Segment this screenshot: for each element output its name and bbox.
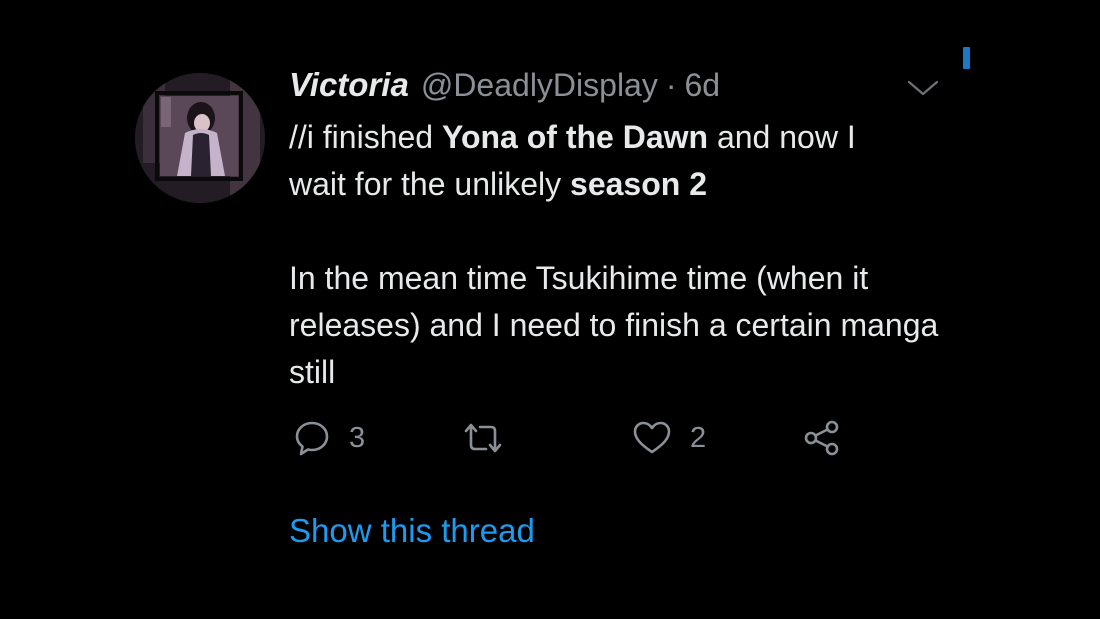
- tweet-actions: 3 2: [0, 418, 1100, 458]
- retweet-icon: [460, 419, 506, 457]
- tweet-text-highlight-title: Yona of the Dawn: [441, 119, 709, 155]
- share-icon: [802, 419, 842, 457]
- like-count: 2: [690, 421, 707, 454]
- chevron-down-icon[interactable]: [906, 78, 940, 98]
- reply-button[interactable]: 3: [293, 418, 365, 458]
- like-button[interactable]: 2: [632, 418, 706, 458]
- tweet-text-line1-prefix: //i finished: [289, 119, 442, 155]
- scroll-indicator: [963, 47, 970, 69]
- tweet-header: Victoria @DeadlyDisplay · 6d: [289, 66, 720, 110]
- tweet[interactable]: Victoria @DeadlyDisplay · 6d //i finishe…: [0, 0, 1100, 619]
- user-handle[interactable]: @DeadlyDisplay: [421, 67, 658, 104]
- reply-icon: [293, 419, 331, 457]
- avatar[interactable]: [135, 73, 265, 203]
- tweet-paragraph-2: In the mean time Tsukihime time (when it…: [289, 260, 939, 390]
- reply-count: 3: [349, 421, 366, 454]
- share-button[interactable]: [802, 418, 842, 458]
- tweet-text: //i finished Yona of the Dawn and now I …: [289, 114, 949, 396]
- tweet-text-line1-suffix: and now I: [708, 119, 856, 155]
- heart-icon: [632, 419, 672, 457]
- tweet-paragraph-1: //i finished Yona of the Dawn and now I …: [289, 114, 949, 208]
- display-name[interactable]: Victoria: [289, 66, 409, 104]
- show-thread-link[interactable]: Show this thread: [289, 512, 535, 550]
- tweet-text-highlight-season: season 2: [570, 166, 707, 202]
- retweet-button[interactable]: [460, 418, 524, 458]
- tweet-age[interactable]: 6d: [685, 67, 721, 104]
- separator-dot: ·: [665, 67, 677, 103]
- tweet-text-line2-prefix: wait for the unlikely: [289, 166, 571, 202]
